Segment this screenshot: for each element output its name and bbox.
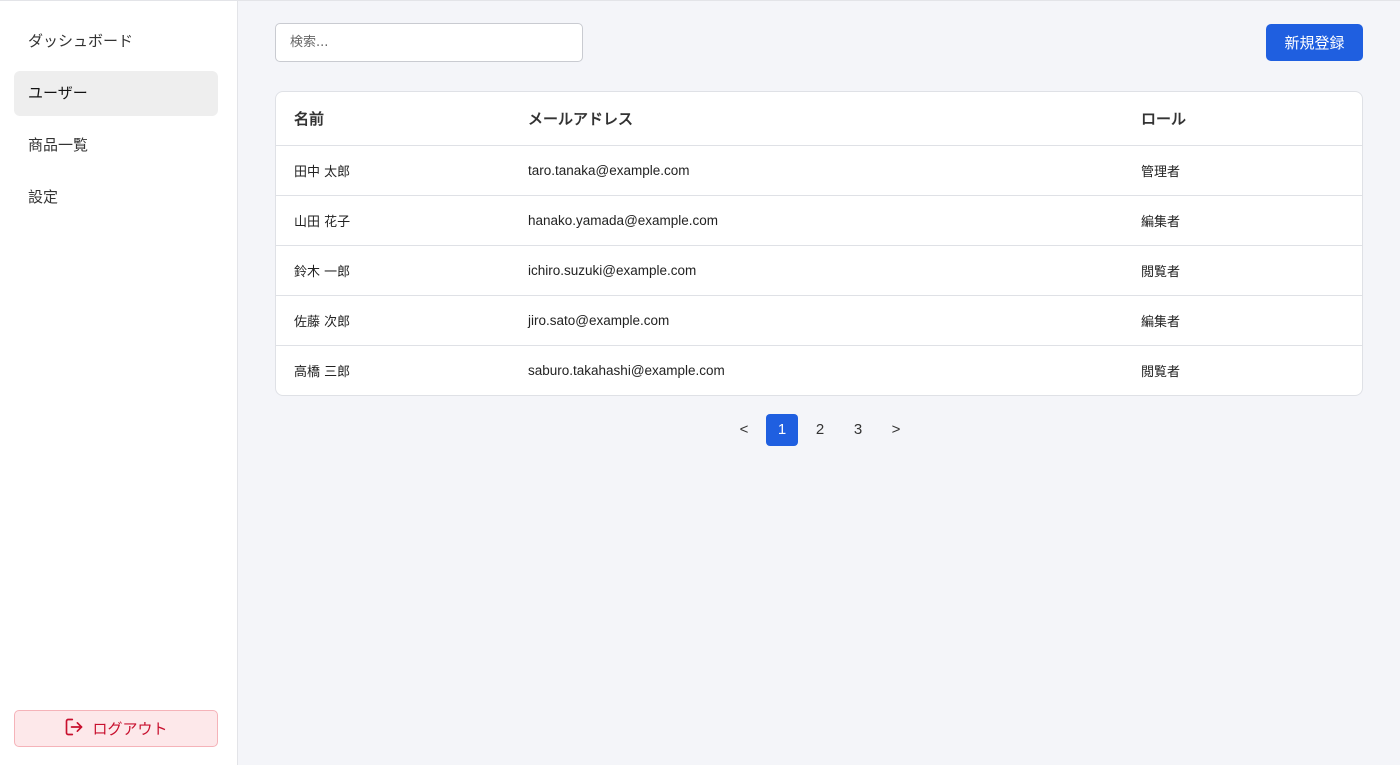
cell-email: hanako.yamada@example.com bbox=[528, 195, 1141, 246]
sidebar-item-dashboard[interactable]: ダッシュボード bbox=[14, 19, 218, 64]
pagination-next-button[interactable]: > bbox=[880, 414, 912, 446]
table-row[interactable]: 鈴木 一郎 ichiro.suzuki@example.com 閲覧者 bbox=[276, 245, 1362, 296]
sidebar-item-settings[interactable]: 設定 bbox=[14, 175, 218, 220]
pagination-prev-button[interactable]: < bbox=[728, 414, 760, 446]
table-row[interactable]: 高橋 三郎 saburo.takahashi@example.com 閲覧者 bbox=[276, 345, 1362, 395]
column-header-name: 名前 bbox=[276, 92, 528, 146]
search-input[interactable] bbox=[275, 23, 583, 62]
table-row[interactable]: 山田 花子 hanako.yamada@example.com 編集者 bbox=[276, 195, 1362, 246]
cell-role: 編集者 bbox=[1141, 195, 1362, 246]
sidebar-item-products[interactable]: 商品一覧 bbox=[14, 123, 218, 168]
cell-name: 田中 太郎 bbox=[276, 145, 528, 196]
logout-icon bbox=[64, 717, 92, 741]
sidebar-nav: ダッシュボード ユーザー 商品一覧 設定 bbox=[14, 19, 218, 227]
table-row[interactable]: 田中 太郎 taro.tanaka@example.com 管理者 bbox=[276, 145, 1362, 196]
new-registration-button[interactable]: 新規登録 bbox=[1266, 24, 1363, 61]
column-header-email: メールアドレス bbox=[528, 92, 1141, 146]
cell-role: 閲覧者 bbox=[1141, 245, 1362, 296]
pagination: < 1 2 3 > bbox=[728, 414, 918, 446]
cell-name: 佐藤 次郎 bbox=[276, 295, 528, 346]
pagination-page-3[interactable]: 3 bbox=[842, 414, 874, 446]
column-header-role: ロール bbox=[1141, 92, 1362, 146]
table-header-row: 名前 メールアドレス ロール bbox=[276, 92, 1362, 146]
cell-role: 閲覧者 bbox=[1141, 364, 1181, 380]
cell-name: 山田 花子 bbox=[276, 195, 528, 246]
cell-email: saburo.takahashi@example.com bbox=[528, 362, 725, 378]
sidebar-item-users[interactable]: ユーザー bbox=[14, 71, 218, 116]
sidebar: ダッシュボード ユーザー 商品一覧 設定 ログアウト bbox=[0, 0, 238, 765]
cell-role: 編集者 bbox=[1141, 295, 1362, 346]
pagination-page-2[interactable]: 2 bbox=[804, 414, 836, 446]
cell-email: ichiro.suzuki@example.com bbox=[528, 245, 1141, 296]
cell-email: jiro.sato@example.com bbox=[528, 295, 1141, 346]
logout-button[interactable]: ログアウト bbox=[14, 710, 218, 747]
logout-label: ログアウト bbox=[92, 720, 168, 738]
cell-role: 管理者 bbox=[1141, 145, 1362, 196]
cell-email: taro.tanaka@example.com bbox=[528, 145, 1141, 196]
pagination-page-1[interactable]: 1 bbox=[766, 414, 798, 446]
table-row[interactable]: 佐藤 次郎 jiro.sato@example.com 編集者 bbox=[276, 295, 1362, 346]
users-table-card: 名前 メールアドレス ロール 田中 太郎 taro.tanaka@example… bbox=[275, 91, 1363, 396]
main-content: 新規登録 名前 メールアドレス ロール 田中 太郎 taro.tanaka@ex… bbox=[238, 0, 1400, 765]
users-table: 名前 メールアドレス ロール 田中 太郎 taro.tanaka@example… bbox=[276, 92, 1362, 395]
cell-name: 高橋 三郎 bbox=[294, 364, 351, 380]
cell-name: 鈴木 一郎 bbox=[276, 245, 528, 296]
